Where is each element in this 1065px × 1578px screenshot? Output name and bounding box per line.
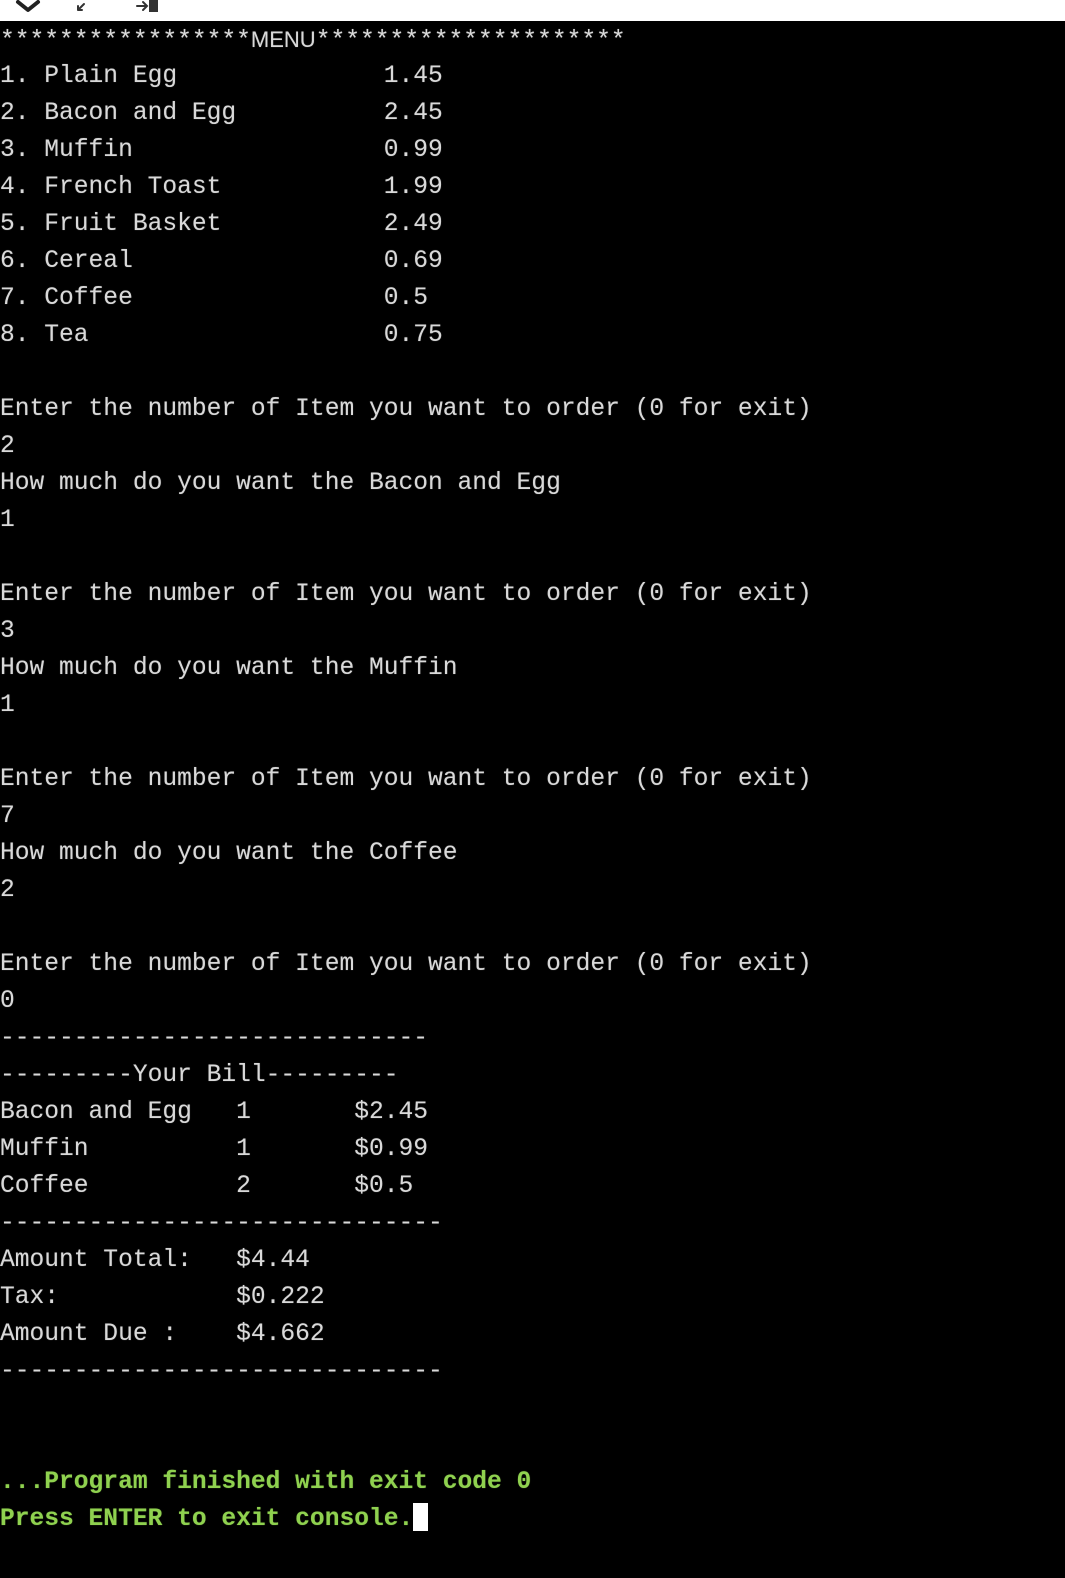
bill-divider-top: ----------------------------- [0, 1025, 429, 1052]
menu-item: 7. Coffee 0.5 [0, 285, 429, 312]
order-prompt: Enter the number of Item you want to ord… [0, 766, 812, 793]
menu-item: 5. Fruit Basket 2.49 [0, 211, 443, 238]
menu-header: *****************MENU*******************… [0, 21, 1065, 58]
bill-divider-mid: ------------------------------ [0, 1210, 443, 1237]
quantity-prompt: How much do you want the Coffee [0, 840, 458, 867]
menu-item: 3. Muffin 0.99 [0, 137, 443, 164]
press-enter-line: Press ENTER to exit console. [0, 1501, 1065, 1538]
menu-item: 1. Plain Egg 1.45 [0, 63, 443, 90]
order-prompt: Enter the number of Item you want to ord… [0, 951, 812, 978]
bill-row: Muffin 1 $0.99 [0, 1136, 429, 1163]
menu-item: 4. French Toast 1.99 [0, 174, 443, 201]
session-line [0, 354, 1065, 391]
session-line [0, 539, 1065, 576]
menu-header-stars-left: ***************** [0, 28, 251, 55]
press-enter-message: Press ENTER to exit console. [0, 1506, 414, 1533]
bill-title: ---------Your Bill--------- [0, 1062, 399, 1089]
chevron-down-icon[interactable] [14, 0, 42, 16]
menu-item: 8. Tea 0.75 [0, 322, 443, 349]
export-arrow-icon[interactable] [134, 0, 162, 16]
menu-item: 2. Bacon and Egg 2.45 [0, 100, 443, 127]
user-input: 1 [0, 692, 15, 719]
order-prompt: Enter the number of Item you want to ord… [0, 581, 812, 608]
console-output[interactable]: *****************MENU*******************… [0, 21, 1065, 1578]
amount-total: Amount Total: $4.44 [0, 1247, 310, 1274]
menu-header-stars-right: ********************* [315, 28, 626, 55]
order-prompt: Enter the number of Item you want to ord… [0, 396, 812, 423]
menu-header-label: MENU [250, 27, 316, 52]
user-input: 7 [0, 803, 15, 830]
bill-divider-bottom: ------------------------------ [0, 1358, 443, 1385]
quantity-prompt: How much do you want the Bacon and Egg [0, 470, 561, 497]
session-line [0, 724, 1065, 761]
bill-row: Coffee 2 $0.5 [0, 1173, 414, 1200]
user-input: 2 [0, 433, 15, 460]
user-input: 1 [0, 507, 15, 534]
tax-line: Tax: $0.222 [0, 1284, 325, 1311]
user-input: 3 [0, 618, 15, 645]
user-input: 2 [0, 877, 15, 904]
user-input: 0 [0, 988, 15, 1015]
console-toolbar [0, 0, 1065, 21]
text-cursor[interactable] [413, 1503, 429, 1531]
program-finished-message: ...Program finished with exit code 0 [0, 1469, 532, 1496]
bill-row: Bacon and Egg 1 $2.45 [0, 1099, 429, 1126]
amount-due: Amount Due : $4.662 [0, 1321, 325, 1348]
quantity-prompt: How much do you want the Muffin [0, 655, 458, 682]
menu-item: 6. Cereal 0.69 [0, 248, 443, 275]
minimize-arrow-icon[interactable] [72, 0, 100, 16]
session-line [0, 909, 1065, 946]
